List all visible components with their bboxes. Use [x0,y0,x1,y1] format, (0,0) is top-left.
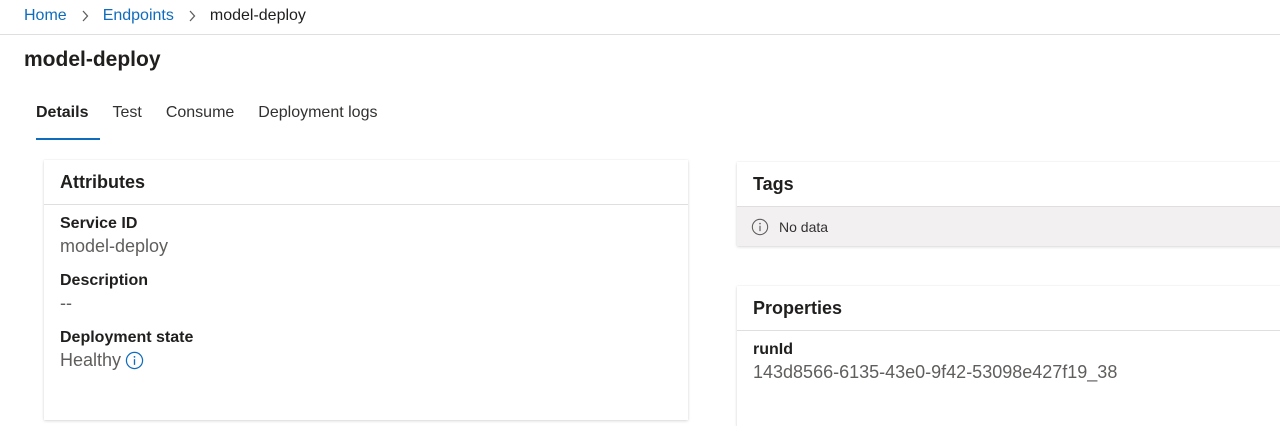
breadcrumb-home-link[interactable]: Home [24,7,67,25]
runid-field: runId 143d8566-6135-43e0-9f42-53098e427f… [737,341,1280,383]
service-id-value: model-deploy [60,236,169,256]
tab-consume[interactable]: Consume [154,100,246,140]
tags-empty-banner: No data [737,207,1280,246]
attributes-card: Attributes Service ID model-deploy Descr… [44,160,688,420]
header-divider [0,34,1280,35]
tab-bar: Details Test Consume Deployment logs [24,100,389,140]
page-title: model-deploy [24,48,161,71]
chevron-right-icon [67,10,103,22]
runid-value: 143d8566-6135-43e0-9f42-53098e427f19_38 [753,362,1118,382]
attributes-card-title: Attributes [44,160,688,205]
description-value: -- [60,293,72,313]
deployment-state-label: Deployment state [60,329,194,346]
breadcrumb: Home Endpoints model-deploy [24,6,306,26]
chevron-right-icon [174,10,210,22]
breadcrumb-endpoints-link[interactable]: Endpoints [103,7,174,25]
info-outline-icon [751,218,769,236]
info-icon[interactable] [125,351,144,370]
deployment-state-row: Healthy [60,350,688,371]
tags-empty-text: No data [779,218,829,235]
runid-label: runId [753,341,793,358]
deployment-state-value: Healthy [60,350,122,370]
service-id-field: Service ID model-deploy [44,215,688,257]
tags-card-title: Tags [737,162,1280,207]
properties-card: Properties runId 143d8566-6135-43e0-9f42… [737,286,1280,426]
description-field: Description -- [44,272,688,314]
breadcrumb-current: model-deploy [209,7,306,24]
deployment-state-field: Deployment state Healthy [44,329,688,371]
tab-deployment-logs[interactable]: Deployment logs [246,100,389,140]
service-id-label: Service ID [60,215,138,232]
description-label: Description [60,272,149,289]
tags-card: Tags No data [737,162,1280,246]
properties-card-title: Properties [737,286,1280,331]
tab-test[interactable]: Test [100,100,153,140]
tab-details[interactable]: Details [24,100,101,140]
